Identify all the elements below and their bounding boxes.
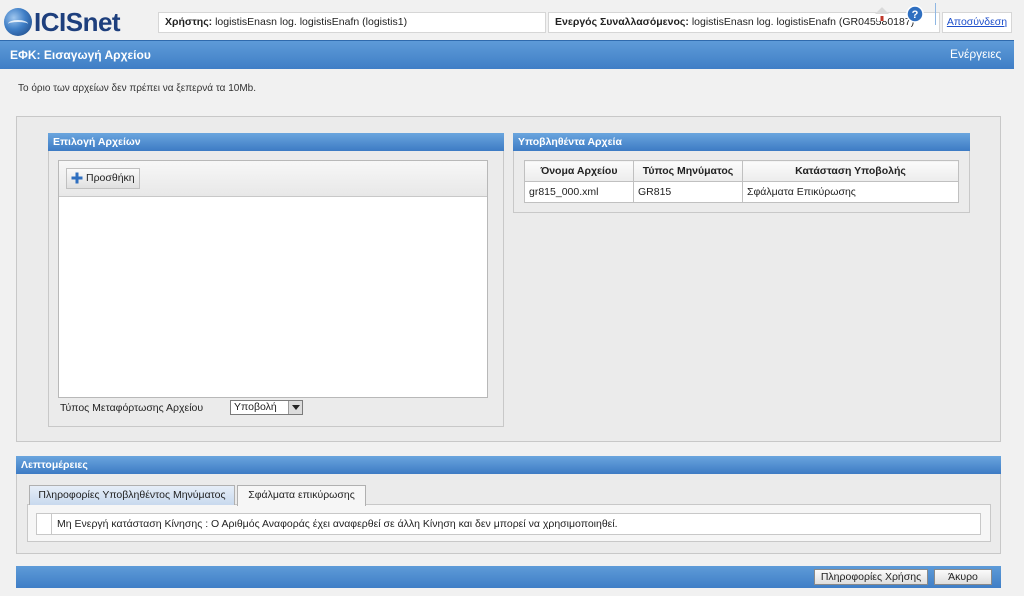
usage-info-button[interactable]: Πληροφορίες Χρήσης [814, 569, 928, 585]
tab-submitted-message-info[interactable]: Πληροφορίες Υποβληθέντος Μηνύματος [29, 485, 235, 505]
add-file-label: Προσθήκη [86, 172, 135, 184]
list-item: Μη Ενεργή κατάσταση Κίνησης : Ο Αριθμός … [36, 513, 981, 535]
help-icon[interactable]: ? [906, 5, 924, 23]
details-header: Λεπτομέρειες [16, 456, 1001, 474]
page-titlebar: ΕΦΚ: Εισαγωγή Αρχείου [0, 40, 1014, 69]
cell-submission-status: Σφάλματα Επικύρωσης [742, 181, 959, 203]
logo-text: ICISnet [34, 7, 121, 37]
cell-filename[interactable]: gr815_000.xml [524, 181, 634, 203]
validation-error-message: Μη Ενεργή κατάσταση Κίνησης : Ο Αριθμός … [57, 518, 618, 530]
cell-message-type: GR815 [633, 181, 743, 203]
titlebar-divider [935, 3, 936, 25]
page-title: ΕΦΚ: Εισαγωγή Αρχείου [10, 48, 151, 62]
actions-menu[interactable]: Ενέργειες [950, 40, 1001, 68]
chevron-down-icon[interactable] [288, 401, 302, 414]
plus-icon [71, 172, 83, 184]
upload-type-value: Υποβολή [234, 401, 277, 413]
tab-validation-errors[interactable]: Σφάλματα επικύρωσης [237, 485, 366, 506]
trader-label: Ενεργός Συναλλασόμενος: [555, 16, 689, 28]
svg-text:?: ? [912, 9, 919, 21]
globe-icon [4, 8, 32, 36]
column-header-message-type: Τύπος Μηνύματος [633, 160, 743, 182]
file-limit-notice: Το όριο των αρχείων δεν πρέπει να ξεπερν… [18, 83, 257, 94]
file-selection-header: Επιλογή Αρχείων [48, 133, 504, 151]
table-header-row: Όνομα Αρχείου Τύπος Μηνύματος Κατάσταση … [524, 160, 959, 182]
add-file-button[interactable]: Προσθήκη [66, 168, 140, 189]
logout-link[interactable]: Αποσύνδεση [947, 16, 1007, 28]
column-header-filename: Όνομα Αρχείου [524, 160, 634, 182]
upload-type-select[interactable]: Υποβολή [230, 400, 303, 415]
user-label: Χρήστης: [165, 16, 213, 28]
upload-type-label: Τύπος Μεταφόρτωσης Αρχείου [60, 402, 204, 414]
row-marker [37, 514, 52, 534]
submitted-files-table: Όνομα Αρχείου Τύπος Μηνύματος Κατάσταση … [524, 160, 959, 203]
submitted-files-header: Υποβληθέντα Αρχεία [513, 133, 970, 151]
logout-container: Αποσύνδεση [942, 12, 1012, 33]
user-info: Χρήστης: logistisEnasn log. logistisEnaf… [158, 12, 546, 33]
home-icon[interactable] [874, 6, 890, 22]
table-row[interactable]: gr815_000.xml GR815 Σφάλματα Επικύρωσης [524, 181, 959, 203]
icisnet-logo: ICISnet [4, 6, 144, 38]
cancel-button[interactable]: Άκυρο [934, 569, 992, 585]
user-value: logistisEnasn log. logistisEnafn (logist… [215, 16, 408, 28]
column-header-submission-status: Κατάσταση Υποβολής [742, 160, 959, 182]
